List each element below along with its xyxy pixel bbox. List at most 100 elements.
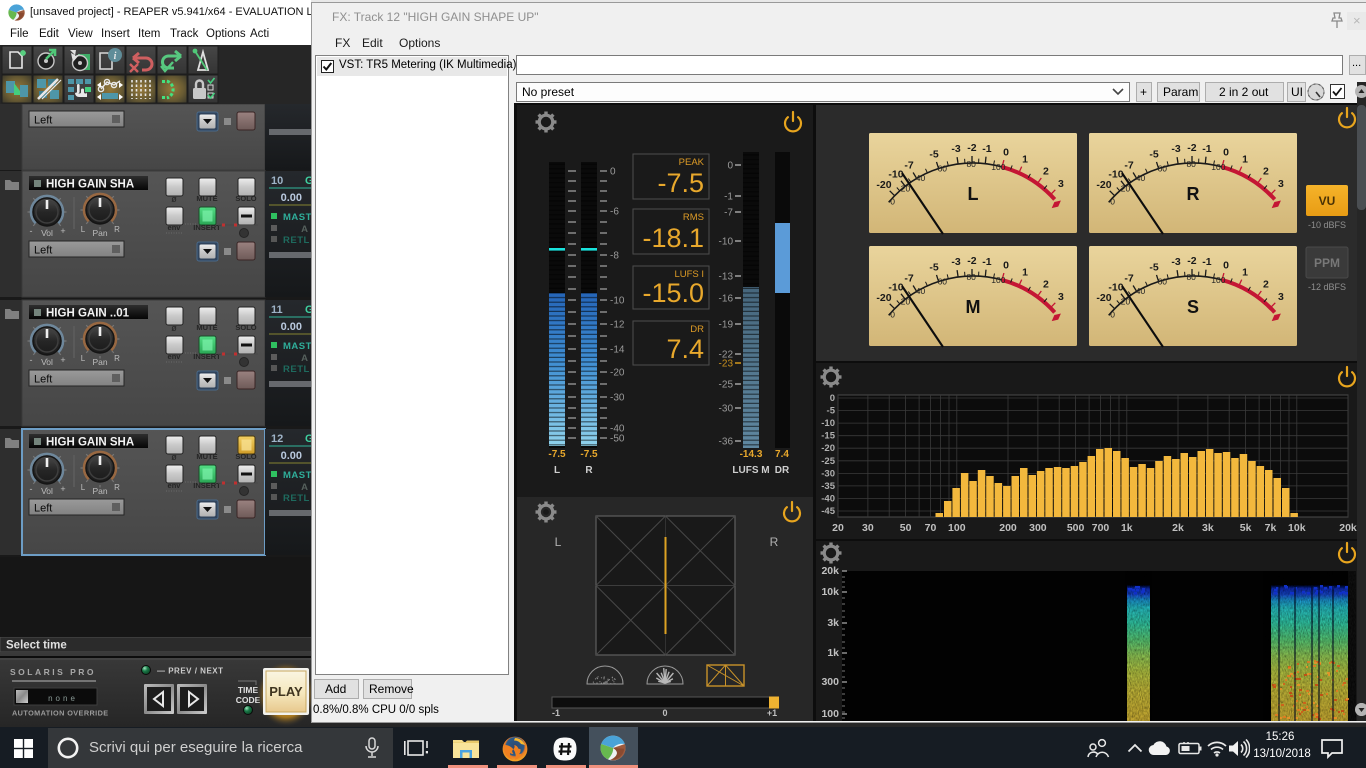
svg-text:SOLO: SOLO bbox=[235, 194, 256, 203]
svg-text:300: 300 bbox=[821, 676, 839, 688]
svg-text:-7: -7 bbox=[904, 273, 913, 285]
svg-text:-12: -12 bbox=[610, 320, 625, 331]
svg-text:1k: 1k bbox=[827, 647, 839, 659]
svg-text:-10: -10 bbox=[1108, 169, 1123, 181]
svg-text:500: 500 bbox=[1067, 522, 1085, 534]
svg-text:RETL: RETL bbox=[283, 235, 310, 246]
svg-text:L: L bbox=[968, 184, 979, 204]
svg-text:RETL: RETL bbox=[283, 364, 310, 375]
svg-text:-35: -35 bbox=[821, 481, 835, 492]
svg-text:3: 3 bbox=[1278, 178, 1284, 190]
svg-text:20k: 20k bbox=[821, 565, 839, 577]
svg-text:RMS: RMS bbox=[683, 212, 704, 223]
svg-text:60: 60 bbox=[1158, 277, 1168, 287]
svg-text:+: + bbox=[60, 484, 65, 494]
svg-text:100: 100 bbox=[948, 522, 966, 534]
svg-text:2: 2 bbox=[1263, 166, 1269, 178]
svg-text:-5: -5 bbox=[929, 261, 938, 273]
svg-text:ø: ø bbox=[171, 323, 177, 333]
svg-text:A: A bbox=[301, 224, 308, 235]
svg-text:LUFS M: LUFS M bbox=[732, 465, 769, 476]
svg-text:100: 100 bbox=[1211, 275, 1225, 285]
svg-text:Left: Left bbox=[34, 374, 52, 386]
svg-text:Left: Left bbox=[34, 115, 52, 127]
svg-text:RETL: RETL bbox=[283, 493, 310, 504]
svg-text:3k: 3k bbox=[1202, 522, 1214, 534]
svg-text:-2: -2 bbox=[1187, 255, 1196, 267]
svg-text:7.4: 7.4 bbox=[775, 449, 789, 460]
svg-text:L: L bbox=[81, 225, 86, 234]
svg-text:0: 0 bbox=[1110, 197, 1115, 207]
svg-text:-: - bbox=[30, 226, 33, 236]
svg-text:Select time: Select time bbox=[6, 640, 67, 652]
svg-text:L: L bbox=[555, 535, 562, 549]
svg-text:0.00: 0.00 bbox=[281, 450, 302, 462]
svg-text:7.4: 7.4 bbox=[666, 334, 704, 364]
svg-text:i: i bbox=[114, 51, 117, 62]
svg-text:200: 200 bbox=[999, 522, 1017, 534]
svg-text:12: 12 bbox=[271, 433, 283, 445]
svg-text:0.00: 0.00 bbox=[281, 321, 302, 333]
svg-text:R: R bbox=[114, 354, 120, 363]
svg-text:DR: DR bbox=[775, 465, 790, 476]
svg-text:+1: +1 bbox=[767, 708, 777, 718]
svg-text:-8: -8 bbox=[610, 251, 619, 262]
svg-text:80: 80 bbox=[1186, 159, 1196, 169]
svg-text:-20: -20 bbox=[876, 179, 891, 191]
svg-text:-7: -7 bbox=[724, 208, 733, 219]
svg-text:Left: Left bbox=[34, 503, 52, 515]
svg-text:40: 40 bbox=[1136, 286, 1146, 296]
svg-text:0: 0 bbox=[890, 197, 895, 207]
svg-text:-3: -3 bbox=[951, 143, 960, 155]
svg-text:-7: -7 bbox=[1124, 160, 1133, 172]
svg-text:-5: -5 bbox=[1149, 261, 1158, 273]
svg-text:-15: -15 bbox=[821, 431, 835, 442]
svg-text:3: 3 bbox=[1058, 291, 1064, 303]
svg-text:100: 100 bbox=[991, 275, 1005, 285]
svg-text:700: 700 bbox=[1092, 522, 1110, 534]
svg-text:SOLO: SOLO bbox=[235, 452, 256, 461]
svg-text:A: A bbox=[301, 482, 308, 493]
svg-text:MAST: MAST bbox=[283, 341, 311, 352]
svg-text:-2: -2 bbox=[1187, 142, 1196, 154]
svg-text:-25: -25 bbox=[821, 456, 835, 467]
svg-text:-19: -19 bbox=[719, 320, 734, 331]
svg-text:-5: -5 bbox=[827, 406, 836, 417]
svg-text:L: L bbox=[81, 483, 86, 492]
svg-text:HIGH GAIN SHA: HIGH GAIN SHA bbox=[46, 179, 134, 191]
svg-text:MAST: MAST bbox=[283, 212, 311, 223]
svg-text:-2: -2 bbox=[967, 255, 976, 267]
svg-text:A: A bbox=[301, 353, 308, 364]
svg-text:S: S bbox=[1187, 297, 1199, 317]
svg-text:-40: -40 bbox=[821, 494, 835, 505]
svg-text:-50: -50 bbox=[610, 434, 625, 445]
svg-text:1: 1 bbox=[1022, 266, 1028, 278]
svg-text:-20: -20 bbox=[610, 368, 625, 379]
svg-text:10k: 10k bbox=[1288, 522, 1306, 534]
svg-text:5k: 5k bbox=[1240, 522, 1252, 534]
svg-text:80: 80 bbox=[966, 272, 976, 282]
svg-text:-10: -10 bbox=[888, 282, 903, 294]
svg-text:— PREV / NEXT: — PREV / NEXT bbox=[157, 667, 224, 676]
svg-text:L: L bbox=[554, 465, 560, 476]
svg-text:PEAK: PEAK bbox=[679, 157, 705, 168]
svg-text:env: env bbox=[168, 352, 182, 361]
svg-text:MUTE: MUTE bbox=[196, 323, 217, 332]
svg-text:300: 300 bbox=[1029, 522, 1047, 534]
svg-text:0.00: 0.00 bbox=[281, 192, 302, 204]
svg-text:-1: -1 bbox=[982, 256, 991, 268]
svg-text:Pan: Pan bbox=[92, 357, 107, 367]
svg-text:-20: -20 bbox=[1096, 292, 1111, 304]
svg-text:-14: -14 bbox=[610, 345, 625, 356]
svg-text:0: 0 bbox=[1223, 259, 1229, 271]
svg-text:INSERT: INSERT bbox=[193, 481, 221, 490]
svg-text:-1: -1 bbox=[1202, 143, 1211, 155]
svg-text:HIGH GAIN ..01: HIGH GAIN ..01 bbox=[46, 308, 130, 320]
svg-text:30: 30 bbox=[862, 522, 874, 534]
svg-text:+: + bbox=[60, 355, 65, 365]
svg-text:-14.3: -14.3 bbox=[740, 449, 763, 460]
svg-text:40: 40 bbox=[916, 286, 926, 296]
svg-text:VU: VU bbox=[1319, 194, 1336, 208]
svg-text:-7.5: -7.5 bbox=[657, 168, 704, 198]
svg-text:-2: -2 bbox=[967, 142, 976, 154]
